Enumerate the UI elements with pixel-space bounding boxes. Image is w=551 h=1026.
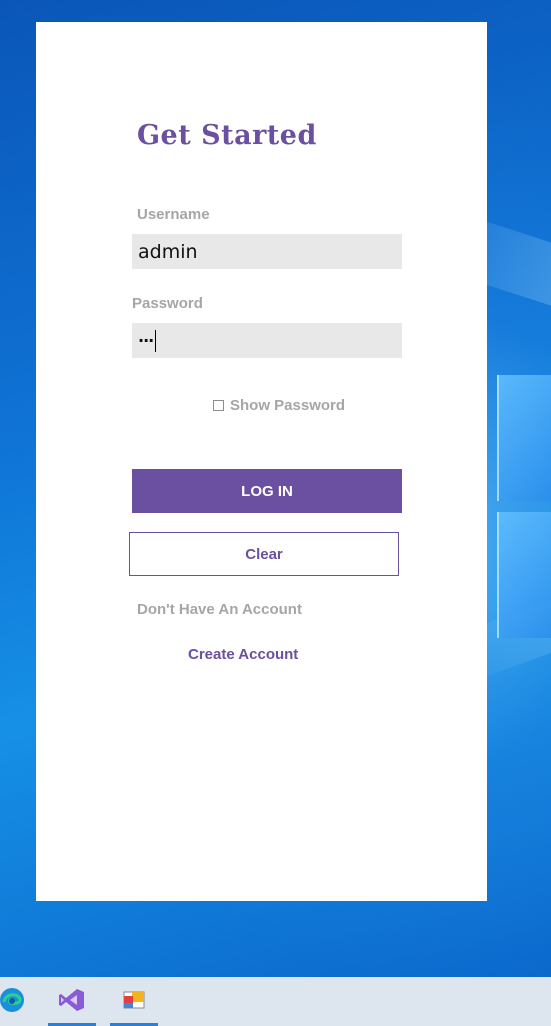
username-input[interactable]: admin [132, 234, 402, 269]
edge-icon [0, 987, 25, 1017]
text-caret [155, 329, 157, 352]
page-title: Get Started [137, 120, 317, 151]
show-password-toggle[interactable]: Show Password [213, 397, 345, 414]
password-value: ··· [138, 331, 154, 350]
taskbar-visual-studio[interactable] [46, 977, 98, 1026]
app-window-icon [121, 987, 147, 1017]
taskbar-app-window[interactable] [108, 977, 160, 1026]
taskbar [0, 977, 551, 1026]
create-account-link[interactable]: Create Account [188, 646, 298, 663]
login-button[interactable]: LOG IN [132, 469, 402, 513]
username-value: admin [138, 240, 198, 263]
taskbar-edge[interactable] [0, 977, 38, 1026]
password-label: Password [132, 295, 203, 312]
show-password-label: Show Password [230, 397, 346, 414]
windows-logo-pane [497, 375, 551, 501]
username-label: Username [137, 206, 210, 223]
no-account-text: Don't Have An Account [137, 601, 302, 618]
show-password-checkbox[interactable] [213, 400, 224, 411]
clear-button[interactable]: Clear [129, 532, 399, 576]
password-input[interactable]: ··· [132, 323, 402, 358]
visual-studio-icon [58, 987, 86, 1017]
windows-logo-pane [497, 512, 551, 638]
login-window: Get Started Username admin Password ··· … [36, 22, 487, 901]
